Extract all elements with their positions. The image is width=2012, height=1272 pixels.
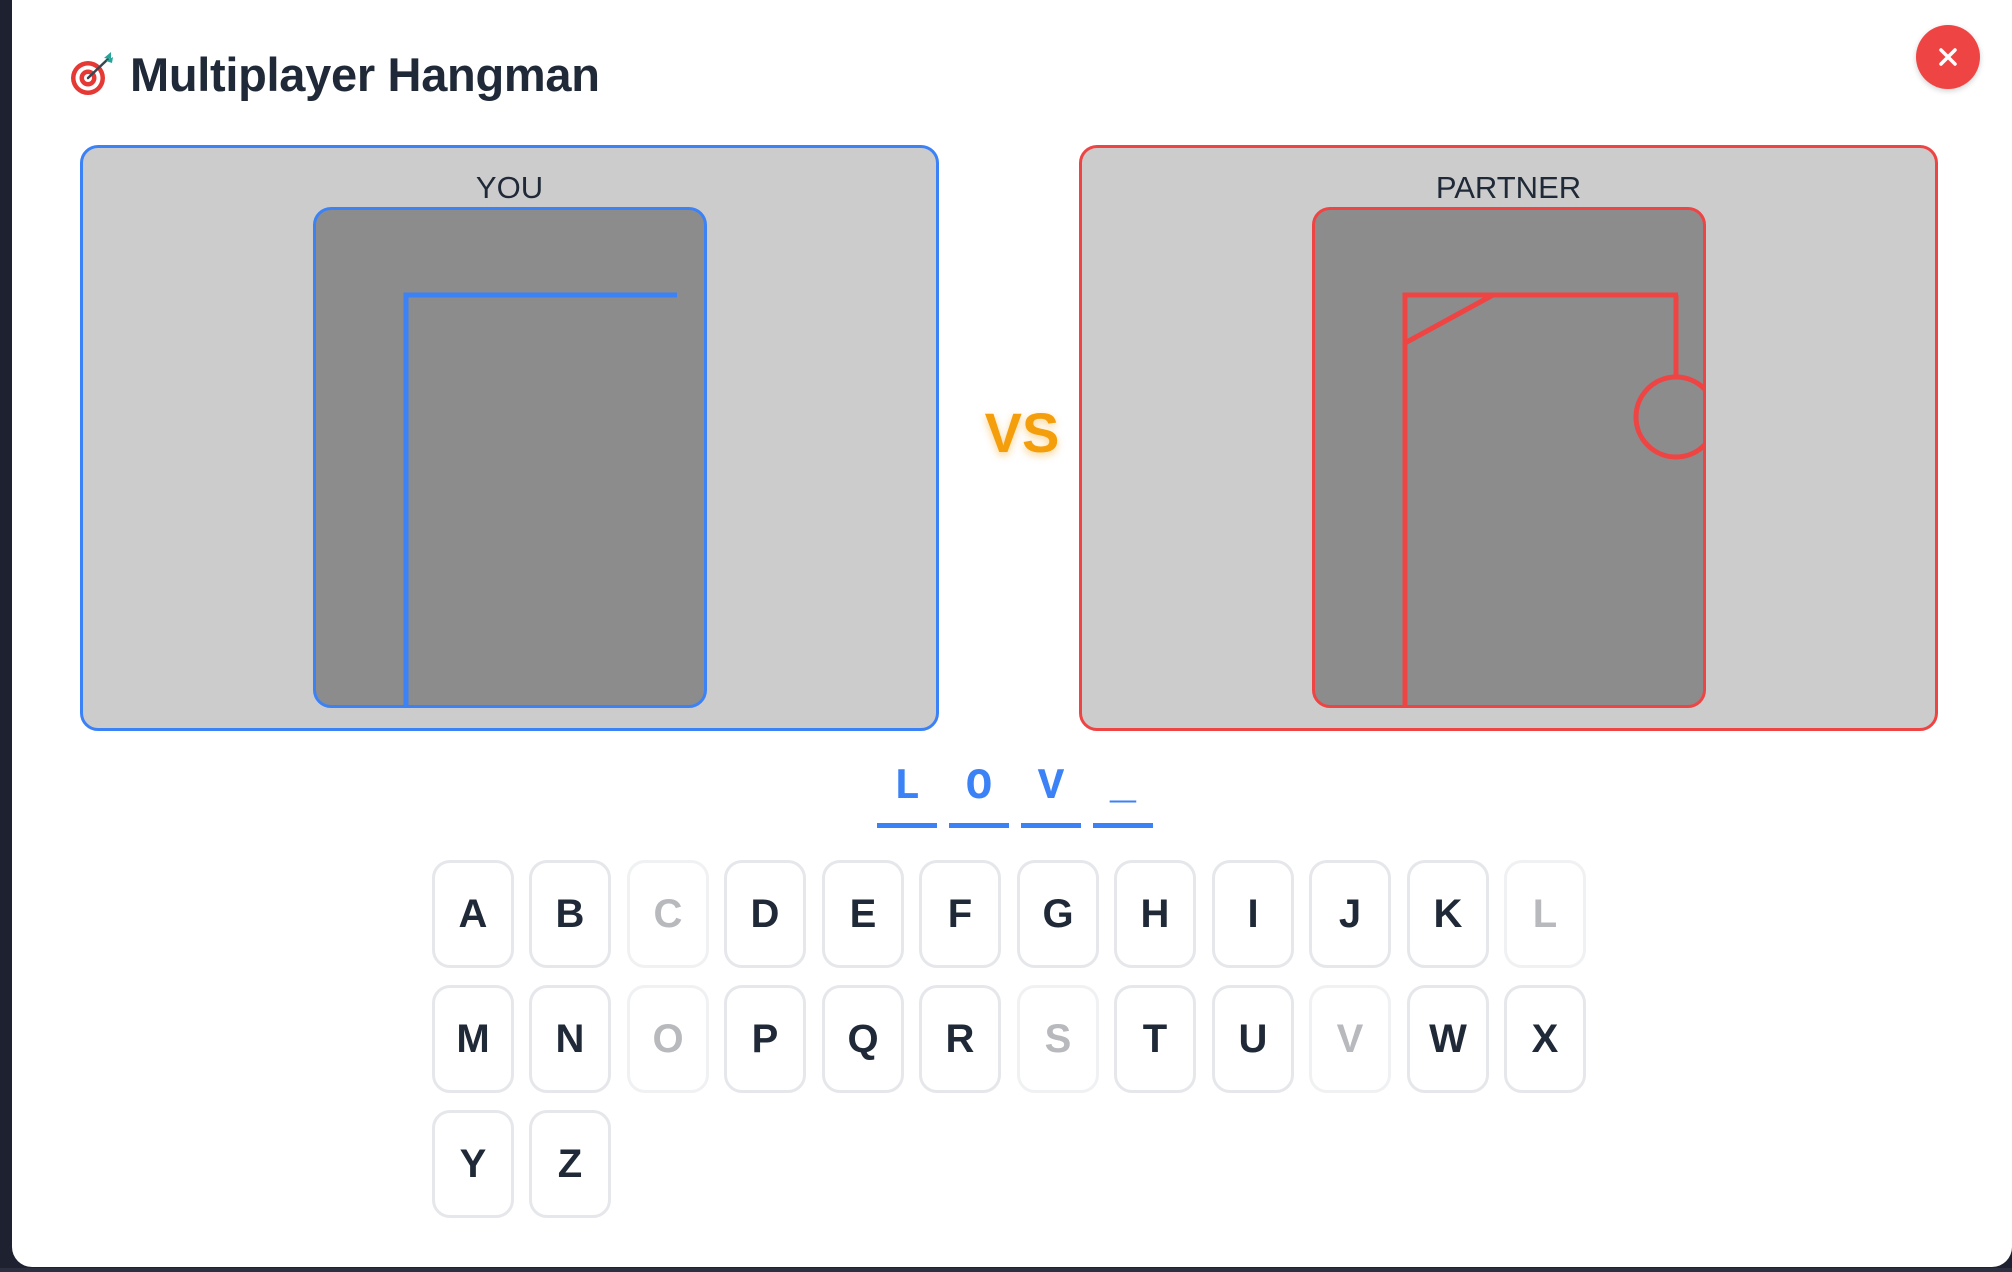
letter-key-z[interactable]: Z: [529, 1110, 611, 1218]
word-letter-slot: L: [877, 760, 937, 828]
word-letter-slot: O: [949, 760, 1009, 828]
word-letter-slot: V: [1021, 760, 1081, 828]
letter-key-c: C: [627, 860, 709, 968]
letter-key-p[interactable]: P: [724, 985, 806, 1093]
background-strip: [0, 1268, 2012, 1272]
letter-key-f[interactable]: F: [919, 860, 1001, 968]
letter-key-m[interactable]: M: [432, 985, 514, 1093]
word-display: L O V _: [877, 760, 1153, 828]
letter-key-e[interactable]: E: [822, 860, 904, 968]
letter-key-i[interactable]: I: [1212, 860, 1294, 968]
gallows-box-you: [313, 207, 707, 708]
close-icon: [1939, 48, 1957, 66]
letter-key-o: O: [627, 985, 709, 1093]
hangman-drawing-partner: [1402, 292, 1703, 705]
player-label-you: YOU: [475, 170, 544, 205]
modal-header: Multiplayer Hangman: [68, 44, 600, 104]
hangman-head: [1633, 374, 1703, 460]
letter-key-q[interactable]: Q: [822, 985, 904, 1093]
letter-key-g[interactable]: G: [1017, 860, 1099, 968]
letter-key-j[interactable]: J: [1309, 860, 1391, 968]
letter-key-w[interactable]: W: [1407, 985, 1489, 1093]
hangman-drawing-you: [403, 292, 677, 705]
letter-key-b[interactable]: B: [529, 860, 611, 968]
word-letter-slot: _: [1093, 760, 1153, 828]
player-panel-partner: PARTNER: [1079, 145, 1938, 731]
dart-target-icon: [71, 52, 113, 95]
close-button[interactable]: [1916, 25, 1980, 89]
letter-key-n[interactable]: N: [529, 985, 611, 1093]
player-panel-you: YOU: [80, 145, 939, 731]
letter-key-l: L: [1504, 860, 1586, 968]
letter-key-d[interactable]: D: [724, 860, 806, 968]
letter-key-k[interactable]: K: [1407, 860, 1489, 968]
letter-key-r[interactable]: R: [919, 985, 1001, 1093]
page-title: Multiplayer Hangman: [130, 47, 600, 101]
gallows-brace: [1403, 292, 1495, 346]
player-label-partner: PARTNER: [1435, 170, 1582, 205]
letter-key-h[interactable]: H: [1114, 860, 1196, 968]
letter-key-x[interactable]: X: [1504, 985, 1586, 1093]
gallows-box-partner: [1312, 207, 1706, 708]
vs-label: VS: [984, 401, 1060, 464]
letter-key-t[interactable]: T: [1114, 985, 1196, 1093]
letter-key-v: V: [1309, 985, 1391, 1093]
letter-key-s: S: [1017, 985, 1099, 1093]
letter-key-a[interactable]: A: [432, 860, 514, 968]
letter-key-y[interactable]: Y: [432, 1110, 514, 1218]
letter-key-u[interactable]: U: [1212, 985, 1294, 1093]
hangman-modal: Multiplayer Hangman YOU VS PARTNER L O V…: [12, 0, 2012, 1267]
